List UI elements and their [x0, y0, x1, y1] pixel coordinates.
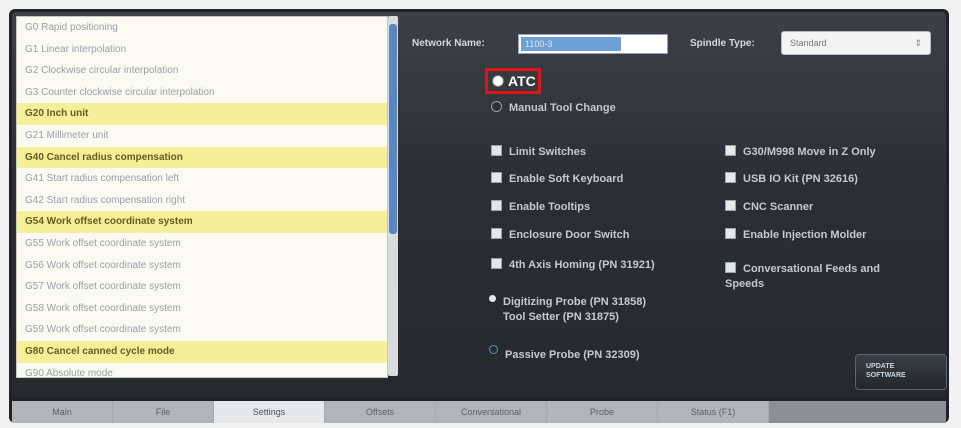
gcode-list-item[interactable]: G57 Work offset coordinate system [17, 276, 387, 298]
gcode-list-item[interactable]: G21 Millimeter unit [17, 125, 387, 147]
passive-probe-label: Passive Probe (PN 32309) [505, 349, 640, 361]
gcode-list-item[interactable]: G42 Start radius compensation right [17, 190, 387, 212]
spindle-type-select[interactable]: Standard ⇕ [781, 31, 931, 55]
option-checkbox-item[interactable]: CNC Scanner [725, 200, 813, 213]
passive-probe-option[interactable]: Passive Probe (PN 32309) [489, 345, 640, 361]
bottom-tab-bar: Main File Settings Offsets Conversational Pro… [12, 401, 946, 423]
option-label: Enable Soft Keyboard [509, 173, 624, 185]
option-checkbox-item[interactable]: Limit Switches [491, 145, 586, 158]
gcode-list-item[interactable]: G40 Cancel radius compensation [17, 146, 387, 169]
tab-probe[interactable]: Probe [547, 401, 658, 423]
checkbox-icon[interactable] [491, 258, 502, 269]
option-checkbox-item[interactable]: Enable Tooltips [491, 200, 590, 213]
gcode-list-item[interactable]: G1 Linear interpolation [17, 39, 387, 61]
digitizing-probe-option[interactable]: Digitizing Probe (PN 31858) Tool Setter (… [489, 295, 646, 325]
option-checkbox-item[interactable]: G30/M998 Move in Z Only [725, 145, 876, 158]
gcode-list-item[interactable]: G55 Work offset coordinate system [17, 233, 387, 255]
gcode-list-item[interactable]: G2 Clockwise circular interpolation [17, 60, 387, 82]
option-checkbox-item[interactable]: Enclosure Door Switch [491, 228, 629, 241]
option-label: Conversational Feeds and Speeds [725, 263, 880, 290]
atc-radio-icon[interactable] [492, 75, 504, 87]
select-arrows-icon: ⇕ [914, 38, 922, 48]
checkbox-icon[interactable] [491, 145, 502, 156]
digitizing-probe-label: Digitizing Probe (PN 31858) [503, 296, 647, 308]
option-checkbox-item[interactable]: USB IO Kit (PN 32616) [725, 172, 858, 185]
manual-tool-change-label: Manual Tool Change [509, 102, 616, 114]
tool-setter-label: Tool Setter (PN 31875) [503, 311, 619, 323]
gcode-list-item[interactable]: G20 Inch unit [17, 103, 387, 125]
update-software-button[interactable]: UPDATE SOFTWARE [855, 354, 947, 390]
option-checkbox-item[interactable]: Conversational Feeds and Speeds [725, 262, 920, 292]
option-checkbox-item[interactable]: Enable Injection Molder [725, 228, 866, 241]
option-label: Enable Injection Molder [743, 229, 867, 241]
gcode-list-item[interactable]: G58 Work offset coordinate system [17, 298, 387, 320]
atc-radio-option[interactable]: ATC [485, 68, 541, 94]
update-software-line2: SOFTWARE [866, 372, 906, 379]
gcode-list-item[interactable]: G90 Absolute mode [17, 363, 387, 378]
option-label: 4th Axis Homing (PN 31921) [509, 259, 655, 271]
update-software-line1: UPDATE [866, 363, 895, 370]
checkbox-icon[interactable] [491, 200, 502, 211]
gcode-list-item[interactable]: G54 Work offset coordinate system [17, 211, 387, 233]
gcode-list: G0 Rapid positioning G1 Linear interpolat… [16, 16, 388, 378]
tab-file[interactable]: File [113, 401, 214, 423]
network-name-input[interactable]: 1100-3 [518, 34, 668, 54]
tab-settings[interactable]: Settings [214, 401, 325, 423]
spindle-type-value: Standard [790, 38, 827, 48]
option-label: Enclosure Door Switch [509, 229, 630, 241]
gcode-list-scrollbar[interactable] [388, 16, 398, 376]
checkbox-icon[interactable] [725, 262, 736, 273]
gcode-list-item[interactable]: G59 Work offset coordinate system [17, 319, 387, 341]
option-label: G30/M998 Move in Z Only [743, 146, 876, 158]
option-label: CNC Scanner [743, 201, 814, 213]
gcode-list-item[interactable]: G56 Work offset coordinate system [17, 255, 387, 277]
atc-label: ATC [508, 73, 536, 89]
option-checkbox-item[interactable]: Enable Soft Keyboard [491, 172, 623, 185]
gcode-list-item[interactable]: G3 Counter clockwise circular interpolat… [17, 82, 387, 104]
tab-main[interactable]: Main [12, 401, 113, 423]
spindle-type-label: Spindle Type: [690, 38, 755, 49]
option-label: Limit Switches [509, 146, 587, 158]
passive-probe-radio-icon[interactable] [489, 345, 498, 354]
checkbox-icon[interactable] [491, 172, 502, 183]
tab-conversational[interactable]: Conversational [436, 401, 547, 423]
option-label: USB IO Kit (PN 32616) [743, 173, 858, 185]
digitizing-probe-radio-icon[interactable] [489, 295, 496, 302]
checkbox-icon[interactable] [725, 172, 736, 183]
option-label: Enable Tooltips [509, 201, 591, 213]
checkbox-icon[interactable] [725, 228, 736, 239]
tab-status-f1[interactable]: Status (F1) [658, 401, 769, 423]
network-name-label: Network Name: [412, 38, 485, 49]
gcode-list-item[interactable]: G80 Cancel canned cycle mode [17, 340, 387, 363]
gcode-list-item[interactable]: G0 Rapid positioning [17, 17, 387, 39]
checkbox-icon[interactable] [491, 228, 502, 239]
gcode-list-item[interactable]: G41 Start radius compensation left [17, 168, 387, 190]
option-checkbox-item[interactable]: 4th Axis Homing (PN 31921) [491, 258, 655, 271]
network-name-value: 1100-3 [521, 37, 621, 51]
tab-offsets[interactable]: Offsets [325, 401, 436, 423]
manual-tool-change-radio-icon[interactable] [491, 101, 502, 112]
scrollbar-thumb[interactable] [389, 24, 397, 234]
checkbox-icon[interactable] [725, 145, 736, 156]
manual-tool-change-option[interactable]: Manual Tool Change [491, 101, 616, 114]
checkbox-icon[interactable] [725, 200, 736, 211]
